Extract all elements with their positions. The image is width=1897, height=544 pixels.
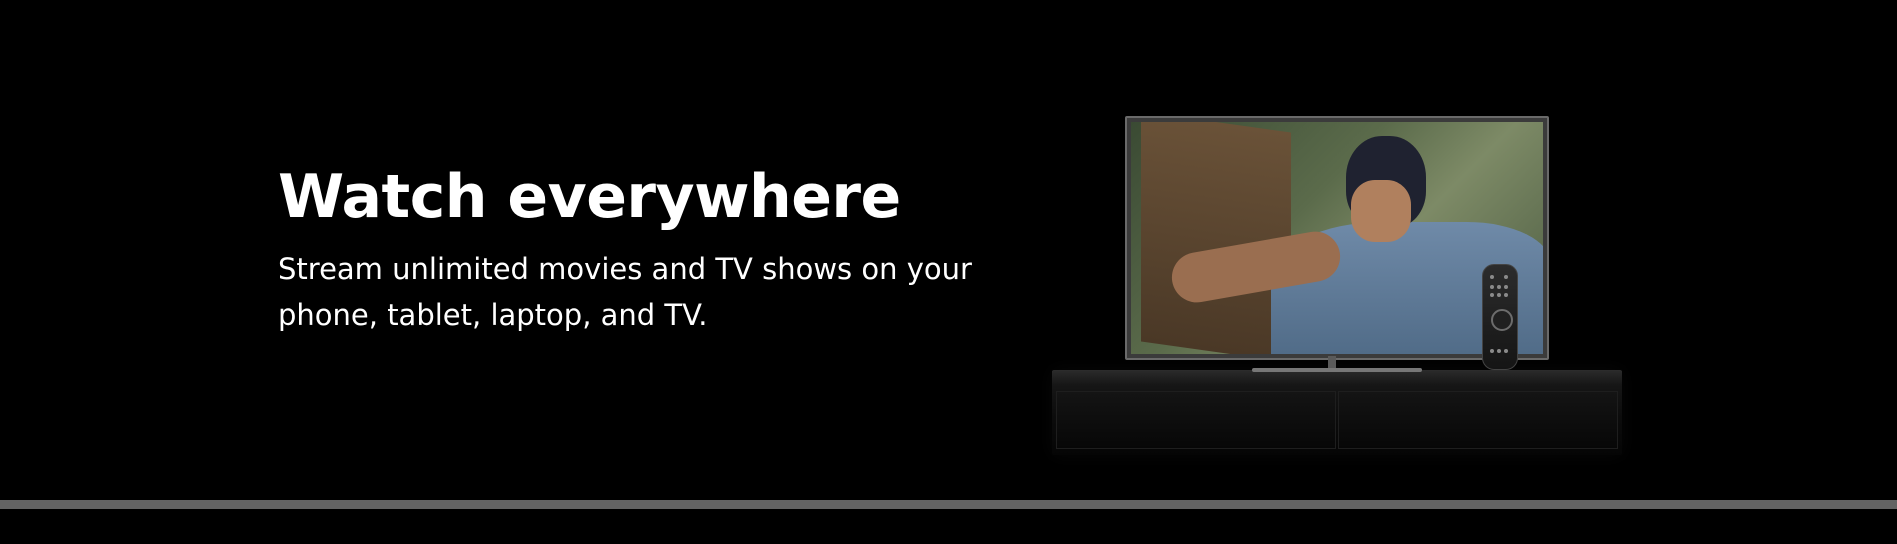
remote-dpad-icon [1491, 309, 1513, 331]
remote-control-icon [1482, 264, 1518, 370]
remote-button [1504, 293, 1508, 297]
remote-button [1504, 275, 1508, 279]
scene-face [1351, 180, 1411, 242]
feature-description: Stream unlimited movies and TV shows on … [278, 252, 972, 332]
remote-button [1497, 349, 1501, 353]
remote-button [1490, 293, 1494, 297]
remote-button [1490, 285, 1494, 289]
remote-button [1504, 285, 1508, 289]
cabinet-door-left [1056, 391, 1336, 449]
feature-section: Watch everywhere Stream unlimited movies… [0, 0, 1897, 544]
remote-button [1497, 293, 1501, 297]
feature-text: Watch everywhere Stream unlimited movies… [278, 160, 1038, 338]
tv-cabinet [1052, 370, 1622, 455]
cabinet-door-right [1338, 391, 1618, 449]
remote-button [1504, 349, 1508, 353]
feature-title: Watch everywhere [278, 162, 901, 232]
tv-illustration [1052, 112, 1624, 458]
remote-button [1490, 275, 1494, 279]
tv-stand-neck [1328, 356, 1336, 368]
remote-button [1490, 349, 1494, 353]
section-divider [0, 500, 1897, 509]
tv-stand-foot [1252, 368, 1422, 372]
remote-button [1497, 285, 1501, 289]
scene-box [1141, 122, 1291, 354]
cabinet-top [1052, 371, 1622, 385]
